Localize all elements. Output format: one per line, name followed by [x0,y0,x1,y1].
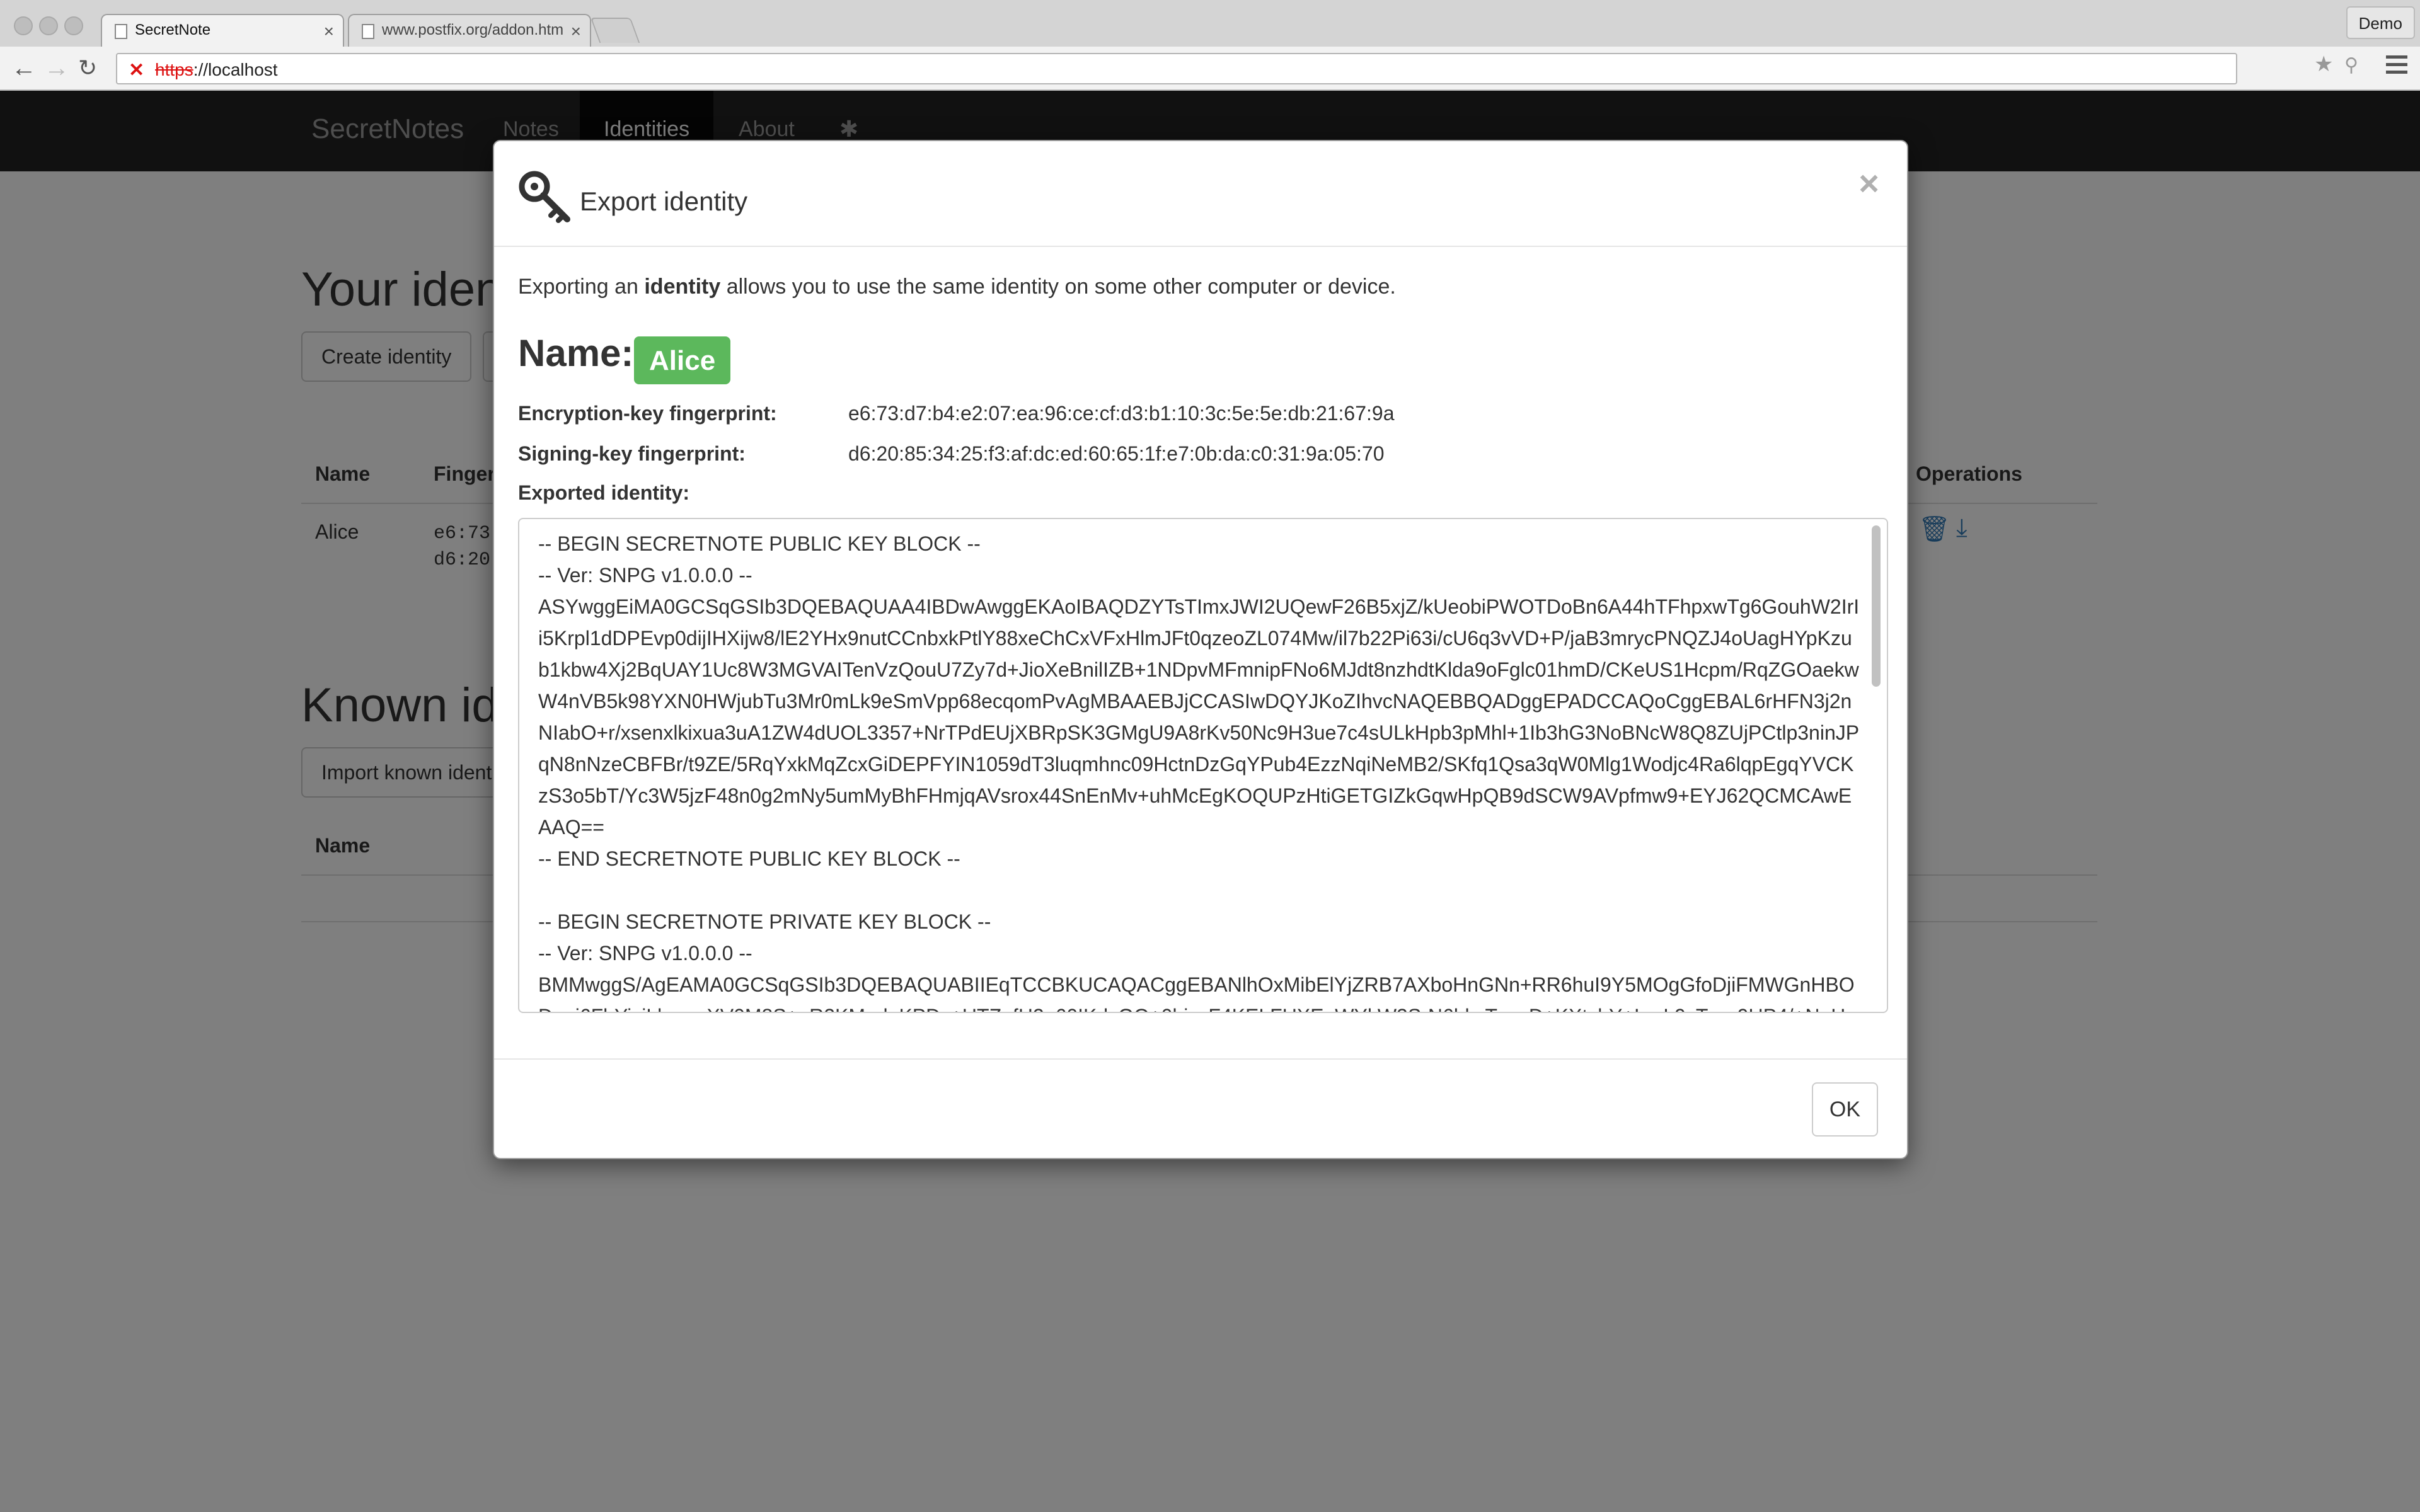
intro-suffix: allows you to use the same identity on s… [720,275,1396,299]
intro-prefix: Exporting an [518,275,645,299]
url-host: ://localhost [193,60,278,79]
name-badge: Alice [634,336,731,384]
browser-tab-strip: SecretNote × www.postfix.org/addon.htm ×… [0,0,2420,47]
name-label: Name: [518,332,634,374]
page-icon [115,24,127,39]
insecure-x-icon: ✕ [129,60,145,81]
tab-secretnote[interactable]: SecretNote × [101,14,344,47]
window-close-dot[interactable] [14,16,33,35]
window-zoom-dot[interactable] [64,16,83,35]
modal-footer-divider [494,1058,1907,1060]
intro-text: Exporting an identity allows you to use … [518,275,1396,299]
tab-postfix[interactable]: www.postfix.org/addon.htm × [348,14,591,47]
page-icon [362,24,374,39]
zoom-search-icon[interactable]: ⚲ [2344,54,2358,76]
encryption-fingerprint-label: Encryption-key fingerprint: [518,402,777,425]
new-tab-button[interactable] [590,18,640,43]
export-identity-modal: Export identity × Exporting an identity … [493,140,1908,1159]
encryption-fingerprint-value: e6:73:d7:b4:e2:07:ea:96:ce:cf:d3:b1:10:3… [848,402,1395,425]
browser-toolbar: ← → ↻ ✕ https://localhost ★ ⚲ [0,47,2420,91]
tab-close-icon[interactable]: × [324,21,334,42]
ok-button[interactable]: OK [1811,1082,1878,1137]
signing-fingerprint-value: d6:20:85:34:25:f3:af:dc:ed:60:65:1f:e7:0… [848,442,1385,465]
address-bar[interactable]: ✕ https://localhost [116,53,2237,84]
modal-title: Export identity [580,186,748,216]
signing-fingerprint-label: Signing-key fingerprint: [518,442,746,465]
key-icon [519,171,570,223]
exported-identity-textarea[interactable]: -- BEGIN SECRETNOTE PUBLIC KEY BLOCK -- … [518,518,1888,1013]
textarea-scrollbar[interactable] [1872,525,1881,687]
reload-icon[interactable]: ↻ [78,54,97,82]
forward-arrow-icon[interactable]: → [44,54,69,82]
url-scheme: https [155,60,193,79]
profile-button[interactable]: Demo [2346,6,2415,39]
exported-identity-text[interactable]: -- BEGIN SECRETNOTE PUBLIC KEY BLOCK -- … [538,528,1862,1012]
tab-close-icon[interactable]: × [571,21,581,42]
intro-bold: identity [644,275,721,299]
bookmark-star-icon[interactable]: ★ [2314,52,2333,77]
exported-identity-label: Exported identity: [518,481,690,504]
tab-title: www.postfix.org/addon.htm [382,21,564,38]
tab-title: SecretNote [135,21,211,38]
browser-menu-icon[interactable] [2386,55,2407,78]
back-arrow-icon[interactable]: ← [11,54,37,82]
close-icon[interactable]: × [1858,163,1879,203]
window-minimize-dot[interactable] [39,16,58,35]
modal-header: Export identity × [494,141,1907,247]
